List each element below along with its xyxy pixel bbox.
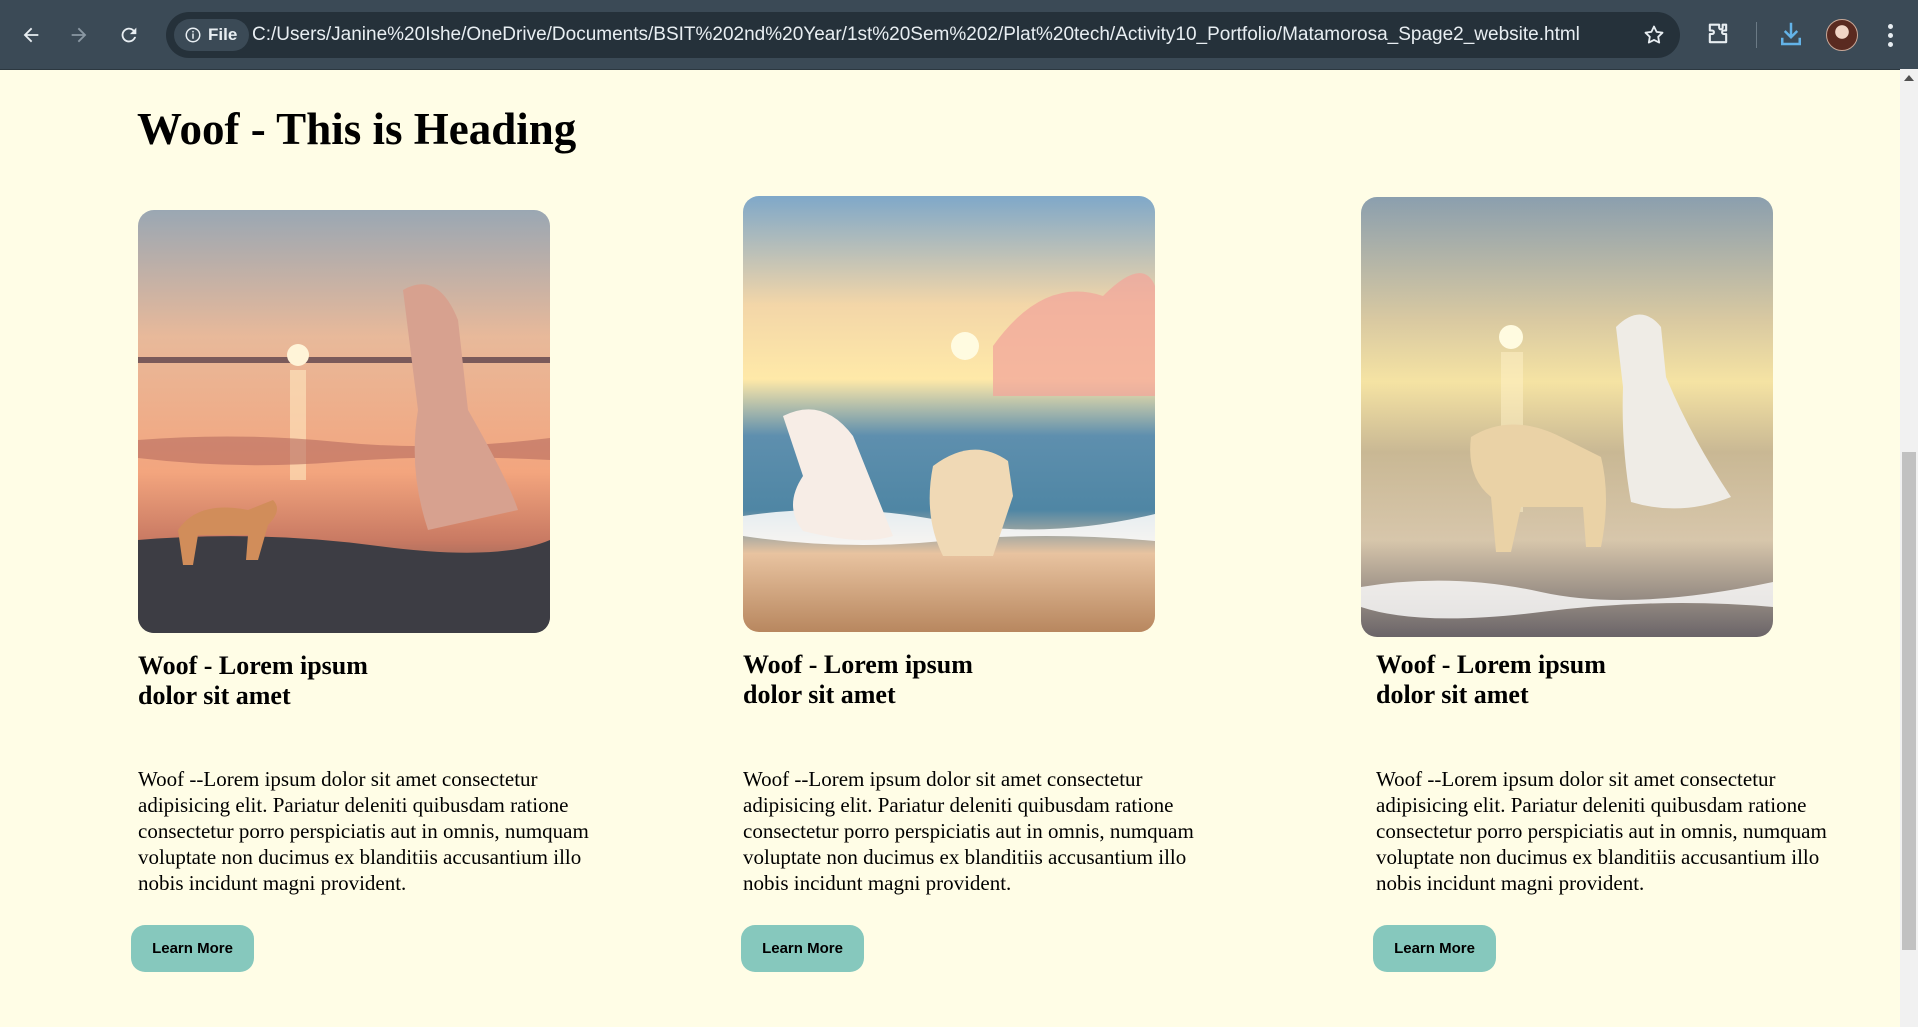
reload-button[interactable] bbox=[112, 18, 146, 52]
back-button[interactable] bbox=[14, 18, 48, 52]
extensions-puzzle-icon[interactable] bbox=[1704, 20, 1732, 48]
card-2-learn-more-button[interactable]: Learn More bbox=[741, 925, 864, 972]
golden-hour-beach-illustration bbox=[743, 196, 1155, 632]
browser-menu-button[interactable] bbox=[1880, 20, 1900, 50]
arrow-right-icon bbox=[71, 27, 87, 43]
bookmark-star-icon[interactable] bbox=[1642, 23, 1666, 47]
arrow-left-icon bbox=[23, 27, 39, 43]
page-heading: Woof - This is Heading bbox=[137, 104, 577, 154]
menu-dot bbox=[1887, 41, 1893, 47]
file-label: File bbox=[208, 25, 238, 44]
browser-toolbar: File C:/Users/Janine%20Ishe/OneDrive/Doc… bbox=[0, 0, 1918, 70]
card-2-title: Woof - Lorem ipsum dolor sit amet bbox=[743, 650, 973, 709]
sunset-beach-illustration bbox=[138, 210, 550, 633]
page-scrollbar[interactable] bbox=[1900, 69, 1918, 1027]
card-1-text: Woof --Lorem ipsum dolor sit amet consec… bbox=[138, 767, 589, 895]
card-3-learn-more-button[interactable]: Learn More bbox=[1373, 925, 1496, 972]
page-content: Woof - This is Heading Woof - Lorem ipsu… bbox=[0, 69, 1900, 1027]
menu-dot bbox=[1887, 23, 1893, 29]
url-text[interactable]: C:/Users/Janine%20Ishe/OneDrive/Document… bbox=[252, 12, 1580, 58]
toolbar-divider bbox=[1756, 22, 1757, 48]
card-2-image bbox=[743, 196, 1155, 632]
scroll-up-arrow-icon[interactable] bbox=[1904, 75, 1914, 81]
info-icon bbox=[185, 27, 201, 43]
profile-avatar[interactable] bbox=[1826, 19, 1858, 51]
download-icon[interactable] bbox=[1776, 19, 1806, 49]
forward-button[interactable] bbox=[62, 18, 96, 52]
bright-shore-illustration bbox=[1361, 197, 1773, 637]
card-1-learn-more-button[interactable]: Learn More bbox=[131, 925, 254, 972]
card-3-image bbox=[1361, 197, 1773, 637]
site-info-chip[interactable]: File bbox=[174, 19, 250, 51]
scrollbar-thumb[interactable] bbox=[1902, 452, 1916, 950]
menu-dot bbox=[1887, 32, 1893, 38]
address-bar[interactable]: File C:/Users/Janine%20Ishe/OneDrive/Doc… bbox=[166, 12, 1680, 58]
card-2-text: Woof --Lorem ipsum dolor sit amet consec… bbox=[743, 767, 1194, 895]
card-1-image bbox=[138, 210, 550, 633]
card-1-title: Woof - Lorem ipsum dolor sit amet bbox=[138, 651, 368, 710]
reload-icon bbox=[121, 27, 137, 43]
card-3-title: Woof - Lorem ipsum dolor sit amet bbox=[1376, 650, 1606, 709]
card-3-text: Woof --Lorem ipsum dolor sit amet consec… bbox=[1376, 767, 1827, 895]
